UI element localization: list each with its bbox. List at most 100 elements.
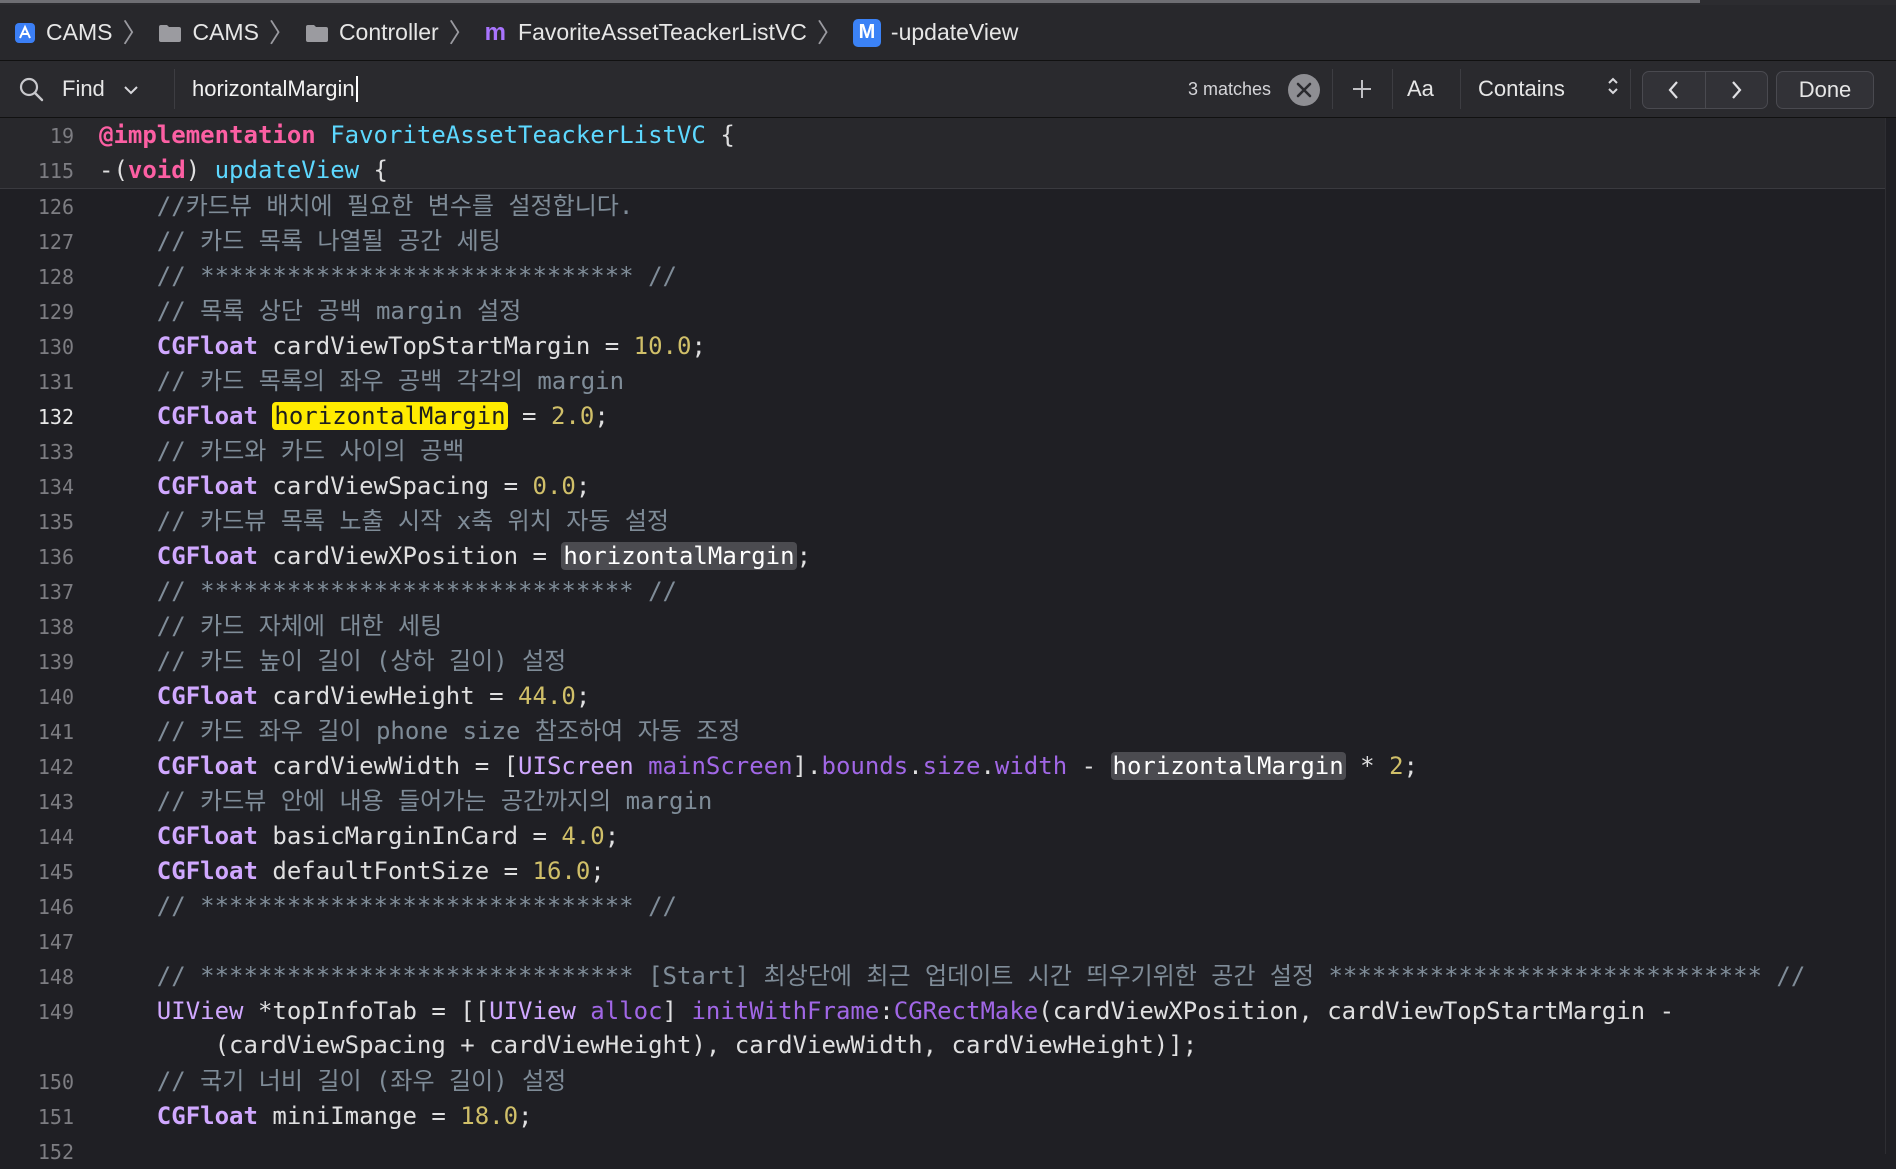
code-token: mainScreen: [648, 752, 793, 780]
code-line[interactable]: 149 UIView *topInfoTab = [[UIView alloc]…: [0, 994, 1896, 1064]
line-number[interactable]: 140: [0, 685, 74, 709]
code-token: CGFloat: [156, 752, 258, 780]
line-number[interactable]: 137: [0, 580, 74, 604]
code-comment: // 카드뷰 목록 노출 시작 x축 위치 자동 설정: [156, 507, 670, 535]
find-search-field[interactable]: horizontalMargin: [176, 61, 1192, 117]
code-token: basicMarginInCard =: [257, 822, 562, 850]
code-line[interactable]: 143 // 카드뷰 안에 내용 들어가는 공간까지의 margin: [0, 784, 1896, 819]
code-token: ]: [662, 997, 692, 1025]
code-token: ;: [594, 402, 609, 430]
line-number[interactable]: 145: [0, 860, 74, 884]
code-line[interactable]: 144 CGFloat basicMarginInCard = 4.0;: [0, 819, 1896, 854]
code-line[interactable]: 129 // 목록 상단 공백 margin 설정: [0, 294, 1896, 329]
done-button[interactable]: Done: [1776, 71, 1874, 109]
line-number[interactable]: 135: [0, 510, 74, 534]
line-number[interactable]: 127: [0, 230, 74, 254]
breadcrumb-group-controller[interactable]: Controller: [305, 19, 439, 46]
code-line[interactable]: 126 //카드뷰 배치에 필요한 변수를 설정합니다.: [0, 189, 1896, 224]
code-line[interactable]: 147: [0, 924, 1896, 959]
add-find-pattern-button[interactable]: [1350, 61, 1374, 117]
divider: [1460, 69, 1461, 109]
line-number[interactable]: 128: [0, 265, 74, 289]
editor-scrollbar[interactable]: [1885, 118, 1896, 1154]
chevron-right-icon: [1732, 81, 1742, 99]
code-line[interactable]: 137 // ****************************** //: [0, 574, 1896, 609]
line-number[interactable]: 138: [0, 615, 74, 639]
code-line[interactable]: 136 CGFloat cardViewXPosition = horizont…: [0, 539, 1896, 574]
next-match-button[interactable]: [1704, 72, 1768, 108]
code-line[interactable]: 131 // 카드 목록의 좌우 공백 각각의 margin: [0, 364, 1896, 399]
code-line[interactable]: 115 -(void) updateView {: [0, 153, 1896, 188]
breadcrumb-file[interactable]: m FavoriteAssetTeackerListVC: [485, 19, 807, 47]
find-mode-label: Find: [62, 76, 105, 101]
code-token: -: [1067, 752, 1111, 780]
line-number[interactable]: 132: [0, 405, 74, 429]
code-line[interactable]: 130 CGFloat cardViewTopStartMargin = 10.…: [0, 329, 1896, 364]
code-line[interactable]: 145 CGFloat defaultFontSize = 16.0;: [0, 854, 1896, 889]
find-mode-popup[interactable]: Find: [62, 61, 172, 117]
source-editor[interactable]: 19 @implementation FavoriteAssetTeackerLi…: [0, 118, 1896, 1164]
breadcrumb-group-cams[interactable]: CAMS: [158, 19, 259, 46]
code-comment: // ****************************** [Start…: [156, 962, 1806, 990]
code-token: {: [359, 156, 389, 184]
line-number[interactable]: 150: [0, 1070, 74, 1094]
code-line[interactable]: 128 // ****************************** //: [0, 259, 1896, 294]
code-line[interactable]: 146 // ****************************** //: [0, 889, 1896, 924]
line-number[interactable]: 147: [0, 930, 74, 954]
code-line[interactable]: 133 // 카드와 카드 사이의 공백: [0, 434, 1896, 469]
code-line[interactable]: 135 // 카드뷰 목록 노출 시작 x축 위치 자동 설정: [0, 504, 1896, 539]
line-number[interactable]: 131: [0, 370, 74, 394]
previous-match-button[interactable]: [1643, 72, 1705, 108]
line-number[interactable]: 146: [0, 895, 74, 919]
find-query-text: horizontalMargin: [192, 76, 355, 101]
code-line[interactable]: 19 @implementation FavoriteAssetTeackerLi…: [0, 118, 1896, 153]
line-number[interactable]: 134: [0, 475, 74, 499]
code-line[interactable]: 134 CGFloat cardViewSpacing = 0.0;: [0, 469, 1896, 504]
line-number[interactable]: 19: [0, 124, 74, 148]
code-line[interactable]: 150 // 국기 너비 길이 (좌우 길이) 설정: [0, 1064, 1896, 1099]
line-number[interactable]: 136: [0, 545, 74, 569]
line-number[interactable]: 152: [0, 1140, 74, 1164]
code-token: CGFloat: [156, 822, 258, 850]
line-number[interactable]: 144: [0, 825, 74, 849]
line-number[interactable]: 115: [0, 159, 74, 183]
code-line[interactable]: 151 CGFloat miniImange = 18.0;: [0, 1099, 1896, 1134]
code-line[interactable]: 152: [0, 1134, 1896, 1169]
code-line[interactable]: 140 CGFloat cardViewHeight = 44.0;: [0, 679, 1896, 714]
code-line[interactable]: 138 // 카드 자체에 대한 세팅: [0, 609, 1896, 644]
line-number[interactable]: 142: [0, 755, 74, 779]
folder-icon: [158, 23, 182, 43]
breadcrumb-label: -updateView: [890, 19, 1019, 45]
clear-search-button[interactable]: [1288, 74, 1320, 106]
line-number[interactable]: 126: [0, 195, 74, 219]
line-number[interactable]: 148: [0, 965, 74, 989]
code-token: miniImange =: [257, 1102, 461, 1130]
code-line[interactable]: 132 CGFloat horizontalMargin = 2.0;: [0, 399, 1896, 434]
line-number[interactable]: 151: [0, 1105, 74, 1129]
current-search-match: horizontalMargin: [272, 402, 508, 430]
line-number[interactable]: 133: [0, 440, 74, 464]
code-line[interactable]: 142 CGFloat cardViewWidth = [UIScreen ma…: [0, 749, 1896, 784]
line-number[interactable]: 141: [0, 720, 74, 744]
code-line[interactable]: 127 // 카드 목록 나열될 공간 세팅: [0, 224, 1896, 259]
chevron-right-icon: 〉: [268, 17, 295, 48]
match-type-popup[interactable]: Contains: [1478, 61, 1620, 117]
code-line[interactable]: 141 // 카드 좌우 길이 phone size 참조하여 자동 조정: [0, 714, 1896, 749]
breadcrumb-method[interactable]: M -updateView: [852, 18, 1019, 47]
breadcrumb-project[interactable]: CAMS: [14, 19, 112, 46]
match-case-button[interactable]: Aa: [1407, 61, 1434, 117]
line-number[interactable]: 130: [0, 335, 74, 359]
line-number[interactable]: 139: [0, 650, 74, 674]
code-line[interactable]: 139 // 카드 높이 길이 (상하 길이) 설정: [0, 644, 1896, 679]
chevron-right-icon: 〉: [816, 17, 843, 48]
line-number[interactable]: 149: [0, 994, 74, 1024]
line-number[interactable]: 143: [0, 790, 74, 814]
line-number[interactable]: 129: [0, 300, 74, 324]
code-line[interactable]: 148 // ****************************** [S…: [0, 959, 1896, 994]
